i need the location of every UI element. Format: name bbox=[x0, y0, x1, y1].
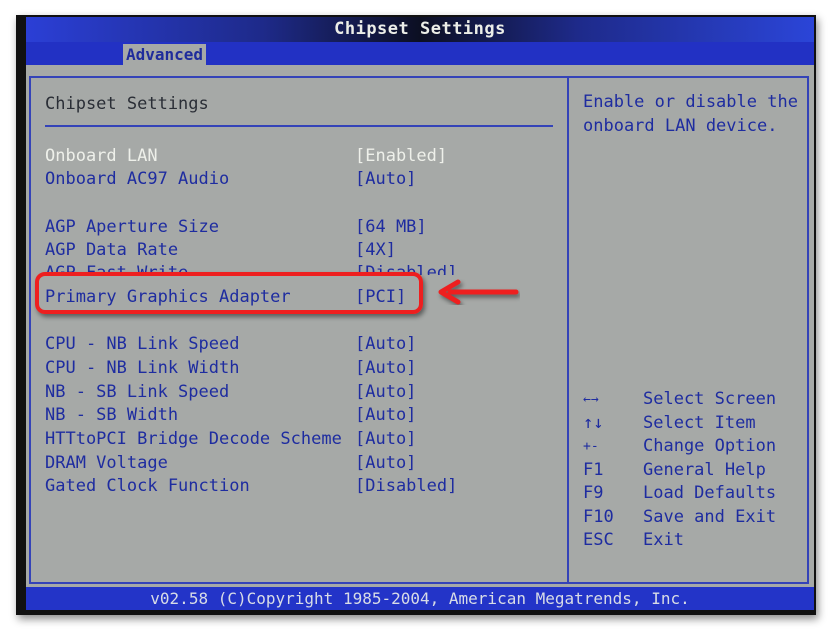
section-title: Chipset Settings bbox=[45, 94, 209, 114]
key-load-defaults: F9 Load Defaults bbox=[583, 482, 805, 506]
key-action: Load Defaults bbox=[643, 483, 777, 503]
setting-htttopci-bridge-decode-scheme[interactable]: HTTtoPCI Bridge Decode Scheme [Auto] bbox=[45, 427, 555, 451]
key-action: General Help bbox=[643, 459, 766, 480]
key-label: +- bbox=[583, 439, 599, 454]
key-exit: ESC Exit bbox=[583, 529, 805, 553]
key-action: Exit bbox=[643, 530, 684, 550]
setting-value[interactable]: [Auto] bbox=[355, 427, 416, 451]
setting-label: HTTtoPCI Bridge Decode Scheme bbox=[45, 429, 342, 449]
copyright-footer: v02.58 (C)Copyright 1985-2004, American … bbox=[26, 587, 814, 610]
setting-label: CPU - NB Link Width bbox=[45, 358, 240, 378]
key-select-screen: ←→ Select Screen bbox=[583, 388, 805, 412]
help-line: Enable or disable the bbox=[583, 92, 798, 112]
annotation-highlight-box bbox=[35, 272, 423, 314]
section-divider bbox=[45, 125, 553, 127]
key-legend: ←→ Select Screen ↑↓ Select Item +- Chang… bbox=[583, 388, 805, 553]
key-action: Save and Exit bbox=[643, 506, 777, 527]
setting-value[interactable]: [Auto] bbox=[355, 403, 416, 427]
tab-advanced[interactable]: Advanced bbox=[123, 44, 207, 65]
setting-label: NB - SB Link Speed bbox=[45, 382, 230, 402]
annotation-arrow-icon bbox=[438, 279, 519, 305]
help-text: Enable or disable the onboard LAN device… bbox=[583, 90, 805, 138]
left-right-arrows-icon: ←→ bbox=[583, 392, 599, 407]
setting-value[interactable]: [Auto] bbox=[355, 380, 416, 404]
setting-cpu-nb-link-width[interactable]: CPU - NB Link Width [Auto] bbox=[45, 356, 555, 380]
setting-label: CPU - NB Link Speed bbox=[45, 334, 240, 354]
setting-value[interactable]: [Auto] bbox=[355, 332, 416, 356]
window-title: Chipset Settings bbox=[26, 17, 814, 42]
setting-value[interactable]: [4X] bbox=[355, 238, 396, 262]
setting-dram-voltage[interactable]: DRAM Voltage [Auto] bbox=[45, 451, 555, 475]
setting-agp-aperture-size[interactable]: AGP Aperture Size [64 MB] bbox=[45, 215, 555, 239]
setting-label: AGP Data Rate bbox=[45, 240, 179, 260]
key-general-help: F1 General Help bbox=[583, 459, 805, 483]
setting-value[interactable]: [Disabled] bbox=[355, 474, 457, 498]
setting-nb-sb-link-speed[interactable]: NB - SB Link Speed [Auto] bbox=[45, 380, 555, 404]
key-label: F10 bbox=[583, 506, 614, 527]
setting-value[interactable]: [Auto] bbox=[355, 167, 416, 191]
key-label: ESC bbox=[583, 530, 614, 550]
panel-divider bbox=[567, 78, 569, 582]
setting-onboard-lan[interactable]: Onboard LAN [Enabled] bbox=[45, 144, 555, 168]
setting-label: DRAM Voltage bbox=[45, 453, 168, 473]
key-select-item: ↑↓ Select Item bbox=[583, 412, 805, 436]
setting-label: AGP Aperture Size bbox=[45, 217, 219, 237]
setting-label: NB - SB Width bbox=[45, 405, 179, 425]
key-save-and-exit: F10 Save and Exit bbox=[583, 506, 805, 530]
key-action: Change Option bbox=[643, 436, 777, 456]
setting-label: Gated Clock Function bbox=[45, 476, 250, 496]
setting-label: Onboard AC97 Audio bbox=[45, 169, 230, 189]
key-label: F9 bbox=[583, 483, 604, 503]
setting-agp-data-rate[interactable]: AGP Data Rate [4X] bbox=[45, 238, 555, 262]
help-line: onboard LAN device. bbox=[583, 116, 778, 136]
settings-panel: Chipset Settings Onboard LAN [Enabled] O… bbox=[29, 76, 809, 584]
setting-onboard-ac97-audio[interactable]: Onboard AC97 Audio [Auto] bbox=[45, 167, 555, 191]
key-action: Select Item bbox=[643, 412, 756, 433]
setting-cpu-nb-link-speed[interactable]: CPU - NB Link Speed [Auto] bbox=[45, 332, 555, 356]
setting-value[interactable]: [Enabled] bbox=[355, 144, 447, 168]
setting-value[interactable]: [Auto] bbox=[355, 356, 416, 380]
setting-label: Onboard LAN bbox=[45, 146, 158, 166]
setting-value[interactable]: [64 MB] bbox=[355, 215, 427, 239]
key-action: Select Screen bbox=[643, 389, 777, 409]
setting-value[interactable]: [Auto] bbox=[355, 451, 416, 475]
setting-gated-clock-function[interactable]: Gated Clock Function [Disabled] bbox=[45, 474, 555, 498]
setting-nb-sb-width[interactable]: NB - SB Width [Auto] bbox=[45, 403, 555, 427]
tab-bar: Advanced bbox=[26, 42, 814, 65]
key-change-option: +- Change Option bbox=[583, 435, 805, 459]
key-label: F1 bbox=[583, 459, 604, 480]
up-down-arrows-icon: ↑↓ bbox=[583, 412, 604, 433]
